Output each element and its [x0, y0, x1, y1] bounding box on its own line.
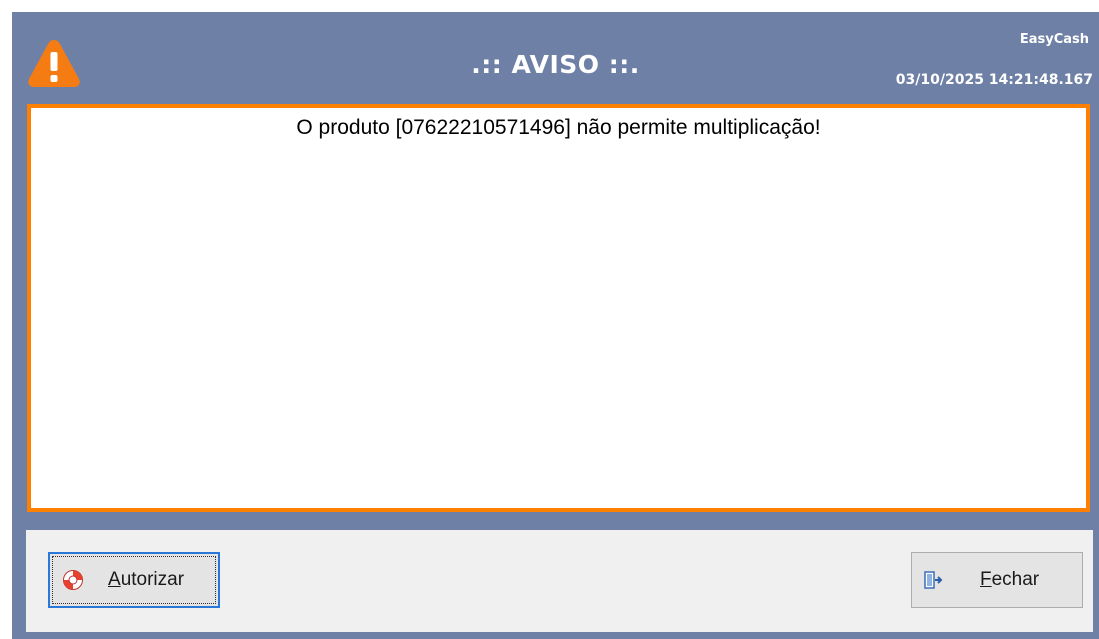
- fechar-button[interactable]: Fechar: [911, 552, 1083, 608]
- message-text: O produto [07622210571496] não permite m…: [296, 116, 821, 139]
- message-panel: O produto [07622210571496] não permite m…: [27, 104, 1090, 512]
- dialog-header: .:: AVISO ::. EasyCash 03/10/2025 14:21:…: [12, 12, 1099, 104]
- autorizar-button-label: Autorizar: [108, 569, 185, 590]
- warning-dialog: .:: AVISO ::. EasyCash 03/10/2025 14:21:…: [12, 12, 1099, 639]
- fechar-button-label: Fechar: [980, 569, 1040, 590]
- app-name-label: EasyCash: [1019, 32, 1089, 47]
- button-bar: Autorizar Fechar: [26, 530, 1093, 632]
- autorizar-button[interactable]: Autorizar: [48, 552, 220, 608]
- timestamp-label: 03/10/2025 14:21:48.167: [895, 72, 1093, 88]
- lifebuoy-icon: [63, 570, 83, 590]
- exit-door-icon: [924, 571, 943, 589]
